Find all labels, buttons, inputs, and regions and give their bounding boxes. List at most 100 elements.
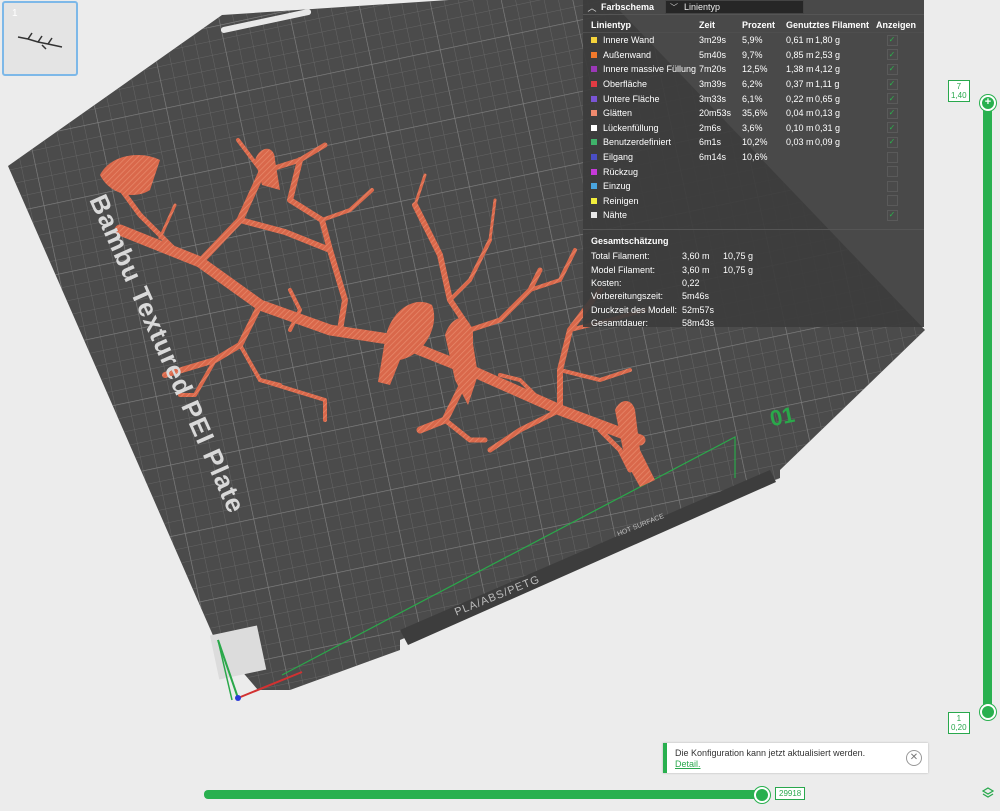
legend-item: Außenwand bbox=[591, 50, 699, 60]
layers-icon[interactable] bbox=[982, 787, 994, 799]
layer-slider[interactable] bbox=[983, 101, 992, 711]
summary-value: 3,60 m bbox=[682, 264, 710, 275]
legend-weight: 4,12 g bbox=[815, 64, 841, 75]
legend-item: Nähte bbox=[591, 210, 699, 220]
close-icon[interactable]: ✕ bbox=[906, 750, 922, 766]
column-header: Zeit bbox=[699, 20, 716, 30]
color-swatch bbox=[591, 154, 597, 161]
notification-detail-link[interactable]: Detail. bbox=[675, 759, 701, 769]
legend-row: Innere massive Füllung 7m20s 12,5% 1,38 m 4,… bbox=[583, 62, 924, 77]
show-checkbox[interactable] bbox=[886, 166, 898, 178]
summary-label: Vorbereitungszeit: bbox=[591, 291, 664, 302]
legend-item: Einzug bbox=[591, 181, 699, 191]
legend-weight: 0,13 g bbox=[815, 108, 841, 119]
top-layer-number: 7 bbox=[956, 82, 962, 91]
show-checkbox[interactable]: ✓ bbox=[886, 34, 898, 46]
legend-item-label: Reinigen bbox=[603, 195, 639, 206]
legend-weight: 0,09 g bbox=[815, 137, 841, 148]
legend-header: ︿ Farbschema ﹀ Linientyp bbox=[583, 0, 924, 15]
show-checkbox[interactable]: ✓ bbox=[886, 107, 898, 119]
legend-row: Glätten 20m53s 35,6% 0,04 m 0,13 g ✓ bbox=[583, 106, 924, 121]
legend-row: Oberfläche 3m39s 6,2% 0,37 m 1,11 g ✓ bbox=[583, 77, 924, 92]
legend-item: Lückenfüllung bbox=[591, 123, 699, 133]
legend-rows: Innere Wand 3m29s 5,9% 0,61 m 1,80 g ✓ Außenwa… bbox=[583, 33, 924, 223]
legend-percent: 5,9% bbox=[742, 35, 763, 46]
legend-length: 0,22 m bbox=[786, 93, 814, 104]
show-checkbox[interactable] bbox=[886, 180, 898, 192]
chevron-down-icon: ﹀ bbox=[670, 2, 678, 12]
legend-item: Benutzerdefiniert bbox=[591, 137, 699, 147]
color-scheme-value: Linientyp bbox=[684, 2, 721, 12]
legend-item-label: Rückzug bbox=[603, 166, 639, 177]
color-swatch bbox=[591, 197, 597, 204]
legend-item-label: Nähte bbox=[603, 210, 628, 221]
summary-value: 3,60 m bbox=[682, 251, 710, 262]
color-swatch bbox=[591, 124, 597, 131]
show-checkbox[interactable]: ✓ bbox=[886, 209, 898, 221]
legend-item-label: Einzug bbox=[603, 181, 631, 192]
color-swatch bbox=[591, 139, 597, 146]
legend-time: 6m1s bbox=[699, 137, 722, 148]
color-swatch bbox=[591, 183, 597, 190]
legend-time: 7m20s bbox=[699, 64, 727, 75]
legend-item: Oberfläche bbox=[591, 79, 699, 89]
legend-time: 3m33s bbox=[699, 93, 727, 104]
legend-percent: 6,1% bbox=[742, 93, 763, 104]
show-checkbox[interactable] bbox=[886, 195, 898, 207]
legend-length: 1,38 m bbox=[786, 64, 814, 75]
legend-row: Einzug bbox=[583, 179, 924, 194]
bottom-layer-height: 0,20 bbox=[951, 723, 967, 732]
summary-label: Total Filament: bbox=[591, 251, 650, 262]
legend-row: Rückzug bbox=[583, 164, 924, 179]
legend-item-label: Oberfläche bbox=[603, 79, 648, 90]
legend-percent: 35,6% bbox=[742, 108, 768, 119]
column-header: Linientyp bbox=[591, 20, 631, 30]
top-layer-height: 1,40 bbox=[951, 91, 967, 100]
legend-length: 0,37 m bbox=[786, 79, 814, 90]
summary-label: Model Filament: bbox=[591, 264, 656, 275]
show-checkbox[interactable]: ✓ bbox=[886, 93, 898, 105]
legend-length: 0,03 m bbox=[786, 137, 814, 148]
legend-item: Innere massive Füllung bbox=[591, 64, 699, 74]
legend-item: Rückzug bbox=[591, 167, 699, 177]
summary-label: Kosten: bbox=[591, 277, 622, 288]
legend-weight: 1,11 g bbox=[815, 79, 840, 90]
legend-title: Farbschema bbox=[601, 2, 655, 12]
column-header: Prozent bbox=[742, 20, 776, 30]
legend-length: 0,61 m bbox=[786, 35, 814, 46]
summary-value: 52m57s bbox=[682, 304, 715, 315]
move-slider[interactable] bbox=[204, 790, 766, 799]
legend-item-label: Benutzerdefiniert bbox=[603, 137, 672, 148]
legend-weight: 0,31 g bbox=[815, 122, 841, 133]
color-swatch bbox=[591, 168, 597, 175]
legend-percent: 10,2% bbox=[742, 137, 768, 148]
legend-weight: 2,53 g bbox=[815, 49, 841, 60]
collapse-icon[interactable]: ︿ bbox=[583, 1, 601, 14]
move-slider-handle[interactable] bbox=[754, 787, 770, 803]
3d-viewport[interactable]: Bambu Textured PEI Plate 01 PLA/ABS/PETG… bbox=[0, 0, 1000, 806]
summary-row: Kosten: 0,22 bbox=[583, 276, 924, 289]
summary-value: 0,22 bbox=[682, 277, 700, 288]
notification-text: Die Konfiguration kann jetzt aktualisier… bbox=[675, 748, 866, 758]
summary-row: Total Filament: 3,60 m 10,75 g bbox=[583, 250, 924, 263]
show-checkbox[interactable]: ✓ bbox=[886, 49, 898, 61]
show-checkbox[interactable]: ✓ bbox=[886, 63, 898, 75]
color-scheme-select[interactable]: ﹀ Linientyp bbox=[665, 0, 804, 14]
bottom-layer-handle[interactable] bbox=[980, 704, 996, 720]
show-checkbox[interactable]: ✓ bbox=[886, 122, 898, 134]
legend-row: Untere Fläche 3m33s 6,1% 0,22 m 0,65 g ✓ bbox=[583, 91, 924, 106]
top-layer-handle[interactable]: + bbox=[980, 95, 996, 111]
legend-time: 3m39s bbox=[699, 79, 727, 90]
legend-item-label: Innere Wand bbox=[603, 35, 655, 46]
plate-thumbnail[interactable]: 1 bbox=[2, 1, 78, 76]
legend-time: 2m6s bbox=[699, 122, 722, 133]
legend-row: Eilgang 6m14s 10,6% bbox=[583, 150, 924, 165]
show-checkbox[interactable] bbox=[886, 151, 898, 163]
legend-item: Glätten bbox=[591, 108, 699, 118]
show-checkbox[interactable]: ✓ bbox=[886, 78, 898, 90]
summary-row: Gesamtdauer: 58m43s bbox=[583, 316, 924, 329]
color-swatch bbox=[591, 51, 597, 58]
show-checkbox[interactable]: ✓ bbox=[886, 136, 898, 148]
legend-weight: 1,80 g bbox=[815, 35, 841, 46]
legend-length: 0,04 m bbox=[786, 108, 814, 119]
